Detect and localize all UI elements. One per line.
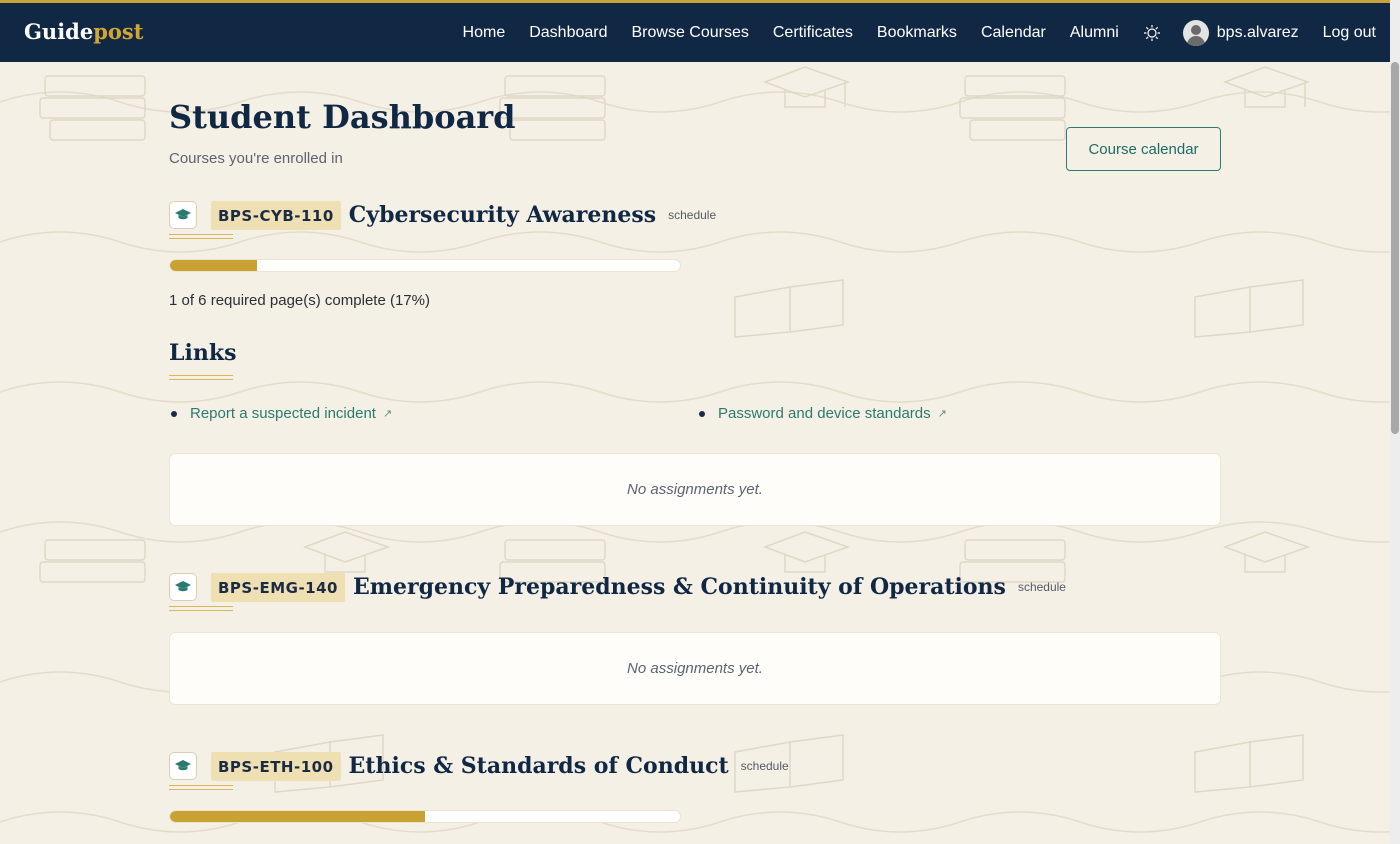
nav-alumni[interactable]: Alumni (1070, 24, 1119, 42)
link-report-incident[interactable]: Report a suspected incident ↗ (171, 405, 392, 422)
schedule-link[interactable]: schedule (1018, 580, 1066, 594)
course-title[interactable]: Cybersecurity Awareness (349, 202, 656, 228)
assignments-empty-card: No assignments yet. (169, 632, 1221, 705)
heading-underline (169, 375, 233, 381)
heading-underline (169, 234, 233, 240)
page-subtitle: Courses you're enrolled in (169, 150, 343, 167)
course-code: BPS-ETH-100 (211, 751, 341, 781)
page-title: Student Dashboard (169, 98, 516, 136)
course-code: BPS-EMG-140 (211, 572, 345, 602)
nav-certificates[interactable]: Certificates (773, 24, 853, 42)
links-heading: Links (169, 340, 237, 366)
graduation-cap-icon (169, 573, 197, 601)
user-menu[interactable]: bps.alvarez (1182, 19, 1299, 46)
progress-text: 1 of 6 required page(s) complete (17%) (169, 292, 430, 309)
course-progress-bar (169, 810, 681, 823)
nav-calendar[interactable]: Calendar (981, 24, 1046, 42)
course-header: BPS-CYB-110 Cybersecurity Awareness sche… (169, 195, 716, 235)
avatar (1182, 19, 1209, 46)
graduation-cap-icon (169, 201, 197, 229)
course-progress-bar (169, 259, 681, 272)
nav-home[interactable]: Home (463, 24, 506, 42)
link-label: Password and device standards (718, 405, 931, 422)
graduation-cap-icon (169, 752, 197, 780)
progress-fill (170, 811, 425, 822)
schedule-link[interactable]: schedule (668, 208, 716, 222)
course-header: BPS-ETH-100 Ethics & Standards of Conduc… (169, 746, 789, 786)
nav-dashboard[interactable]: Dashboard (529, 24, 607, 42)
link-label: Report a suspected incident (190, 405, 376, 422)
course-title[interactable]: Emergency Preparedness & Continuity of O… (353, 574, 1006, 600)
heading-underline (169, 606, 233, 612)
brand-logo[interactable]: Guidepost (24, 19, 143, 44)
bullet (171, 410, 177, 417)
bullet (699, 410, 705, 417)
nav-links: Home Dashboard Browse Courses Certificat… (463, 3, 1390, 62)
assignments-empty-card: No assignments yet. (169, 453, 1221, 526)
brand-accent: post (93, 19, 144, 44)
brand-primary: Guide (24, 19, 94, 44)
schedule-link[interactable]: schedule (741, 759, 789, 773)
logout-link[interactable]: Log out (1323, 24, 1376, 42)
course-calendar-button[interactable]: Course calendar (1066, 127, 1221, 171)
top-navbar: Guidepost Home Dashboard Browse Courses … (0, 3, 1390, 62)
course-header: BPS-EMG-140 Emergency Preparedness & Con… (169, 567, 1066, 607)
nav-browse-courses[interactable]: Browse Courses (632, 24, 749, 42)
progress-fill (170, 260, 257, 271)
external-link-icon: ↗ (382, 408, 393, 420)
nav-bookmarks[interactable]: Bookmarks (877, 24, 957, 42)
username: bps.alvarez (1216, 23, 1299, 41)
course-title[interactable]: Ethics & Standards of Conduct (349, 753, 729, 779)
heading-underline (169, 785, 233, 791)
external-link-icon: ↗ (937, 408, 947, 420)
scrollbar-thumb[interactable] (1391, 62, 1399, 434)
course-code: BPS-CYB-110 (211, 200, 341, 230)
link-password-standards[interactable]: Password and device standards ↗ (699, 405, 947, 422)
sun-icon[interactable] (1143, 24, 1161, 42)
